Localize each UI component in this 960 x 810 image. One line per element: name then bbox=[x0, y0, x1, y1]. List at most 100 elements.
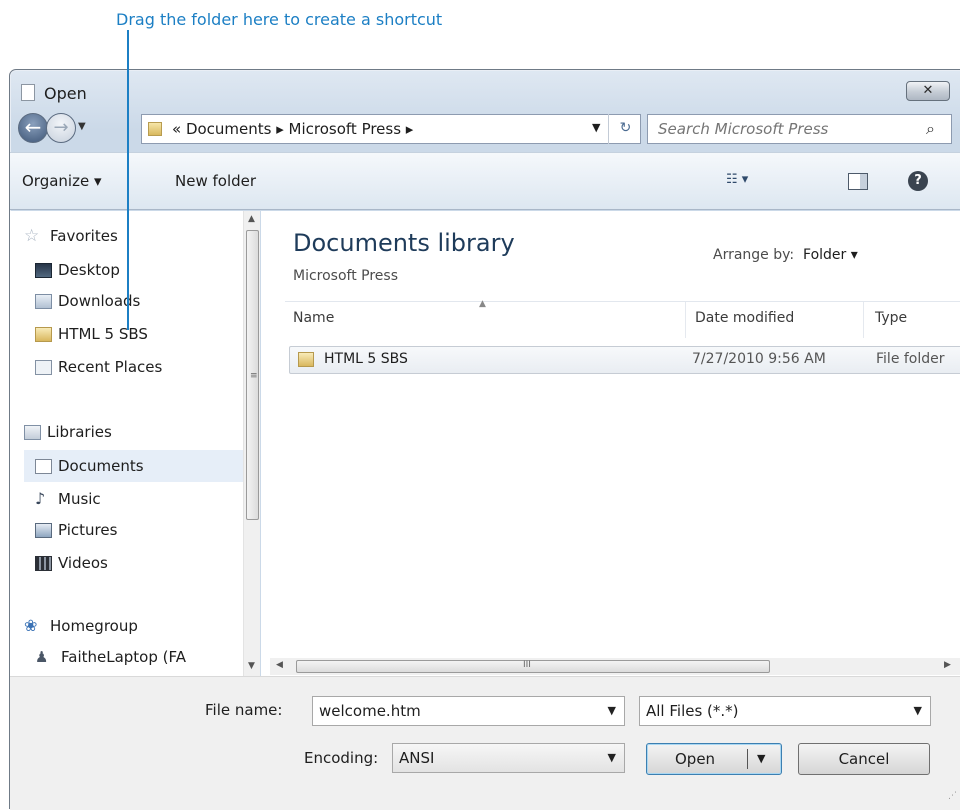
new-folder-button[interactable]: New folder bbox=[175, 172, 256, 190]
refresh-icon[interactable]: ↻ bbox=[608, 114, 642, 144]
preview-pane-icon[interactable] bbox=[848, 173, 868, 190]
scroll-up-icon[interactable]: ▲ bbox=[248, 214, 255, 224]
forward-button[interactable]: → bbox=[46, 113, 76, 143]
pictures-icon bbox=[35, 522, 52, 538]
nav-html5sbs[interactable]: HTML 5 SBS bbox=[35, 325, 148, 343]
chevron-down-icon[interactable]: ▼ bbox=[608, 697, 616, 725]
horizontal-scrollbar[interactable]: ◀ III ▶ bbox=[270, 658, 960, 675]
file-row[interactable]: HTML 5 SBS 7/27/2010 9:56 AM File folder bbox=[289, 346, 960, 374]
star-icon: ☆ bbox=[24, 226, 40, 246]
chevron-down-icon[interactable]: ▼ bbox=[608, 744, 616, 772]
organize-button[interactable]: Organize ▾ bbox=[22, 172, 102, 190]
window-title: Open bbox=[44, 84, 87, 103]
search-input[interactable] bbox=[658, 116, 908, 142]
file-name: HTML 5 SBS bbox=[324, 351, 408, 367]
folder-icon bbox=[298, 352, 314, 367]
nav-label: Videos bbox=[58, 554, 108, 572]
arrange-label: Arrange by: bbox=[713, 247, 795, 263]
nav-faithelaptop[interactable]: ♟ FaitheLaptop (FA bbox=[35, 648, 186, 666]
bottom-panel: File name: welcome.htm ▼ All Files (*.*)… bbox=[10, 676, 960, 810]
address-bar[interactable]: « Documents ▸ Microsoft Press ▸ ▼ ↻ bbox=[141, 114, 641, 144]
file-name-label: File name: bbox=[205, 701, 283, 719]
nav-libraries[interactable]: Libraries bbox=[24, 423, 112, 441]
chevron-down-icon[interactable]: ▼ bbox=[757, 744, 765, 774]
file-type-value[interactable]: All Files (*.*) bbox=[646, 702, 739, 720]
callout-line bbox=[127, 30, 129, 330]
user-icon: ♟ bbox=[35, 648, 49, 666]
nav-favorites[interactable]: ☆ Favorites bbox=[24, 226, 118, 246]
nav-pictures[interactable]: Pictures bbox=[35, 521, 117, 539]
arrange-by[interactable]: Arrange by: Folder ▾ bbox=[713, 247, 858, 263]
recent-places-icon bbox=[35, 359, 52, 375]
column-type[interactable]: Type bbox=[875, 310, 907, 326]
scroll-down-icon[interactable]: ▼ bbox=[248, 661, 255, 671]
open-button[interactable]: Open ▼ bbox=[646, 743, 782, 775]
column-date-modified[interactable]: Date modified bbox=[695, 310, 794, 326]
folder-icon bbox=[148, 122, 162, 136]
address-dropdown-icon[interactable]: ▼ bbox=[592, 121, 600, 134]
encoding-value[interactable]: ANSI bbox=[399, 749, 434, 767]
nav-label: FaitheLaptop (FA bbox=[61, 648, 187, 666]
arrange-value[interactable]: Folder ▾ bbox=[803, 247, 858, 263]
nav-desktop[interactable]: Desktop bbox=[35, 261, 120, 279]
homegroup-icon: ❀ bbox=[24, 616, 38, 635]
recent-pages-dropdown[interactable]: ▼ bbox=[78, 121, 86, 132]
column-header: ▲ Name Date modified Type bbox=[285, 299, 960, 338]
window-icon bbox=[21, 84, 35, 101]
nav-downloads[interactable]: Downloads bbox=[35, 292, 140, 310]
address-row: ← → ▼ « Documents ▸ Microsoft Press ▸ ▼ … bbox=[10, 110, 960, 150]
library-title: Documents library bbox=[293, 229, 515, 257]
nav-label: Documents bbox=[58, 457, 144, 475]
chevron-down-icon[interactable]: ▼ bbox=[914, 697, 922, 725]
folder-icon bbox=[35, 326, 52, 342]
scroll-thumb[interactable]: ≡ bbox=[246, 230, 259, 520]
column-name[interactable]: Name bbox=[293, 310, 334, 326]
scroll-right-icon[interactable]: ▶ bbox=[944, 660, 951, 670]
nav-label: Homegroup bbox=[50, 616, 138, 635]
close-button[interactable]: ✕ bbox=[906, 81, 950, 101]
scroll-left-icon[interactable]: ◀ bbox=[276, 660, 283, 670]
grip-icon: ≡ bbox=[250, 371, 258, 381]
title-bar: Open ✕ bbox=[10, 70, 960, 114]
command-bar: Organize ▾ New folder ☷ ▾ ? bbox=[10, 152, 960, 210]
navigation-scrollbar[interactable]: ▲ ≡ ▼ bbox=[243, 211, 260, 676]
address-path[interactable]: « Documents ▸ Microsoft Press ▸ bbox=[172, 120, 413, 138]
open-dialog: Open ✕ ← → ▼ « Documents ▸ Microsoft Pre… bbox=[9, 69, 960, 810]
cancel-button[interactable]: Cancel bbox=[798, 743, 930, 775]
downloads-icon bbox=[35, 293, 52, 309]
help-icon[interactable]: ? bbox=[908, 171, 928, 191]
nav-documents[interactable]: Documents bbox=[24, 450, 243, 482]
search-icon[interactable]: ⌕ bbox=[926, 119, 935, 139]
nav-label: HTML 5 SBS bbox=[58, 325, 148, 343]
nav-music[interactable]: ♪ Music bbox=[35, 489, 101, 508]
navigation-pane: ☆ Favorites Desktop Downloads HTML 5 SBS … bbox=[10, 211, 260, 676]
nav-label: Libraries bbox=[47, 423, 112, 441]
views-button[interactable]: ☷ ▾ bbox=[726, 172, 748, 187]
column-divider[interactable] bbox=[685, 302, 686, 338]
nav-label: Music bbox=[58, 489, 101, 508]
encoding-select[interactable]: ANSI ▼ bbox=[392, 743, 625, 773]
library-subtitle: Microsoft Press bbox=[293, 268, 399, 284]
nav-recent-places[interactable]: Recent Places bbox=[35, 358, 162, 376]
open-label: Open bbox=[675, 750, 716, 768]
file-name-field[interactable]: welcome.htm ▼ bbox=[312, 696, 625, 726]
desktop-icon bbox=[35, 262, 52, 278]
file-list-pane: Documents library Microsoft Press Arrang… bbox=[261, 211, 960, 676]
file-type-select[interactable]: All Files (*.*) ▼ bbox=[639, 696, 931, 726]
encoding-label: Encoding: bbox=[304, 749, 379, 767]
nav-label: Recent Places bbox=[58, 358, 163, 376]
callout-text: Drag the folder here to create a shortcu… bbox=[116, 10, 443, 29]
resize-grip-icon[interactable]: ⋰ bbox=[948, 791, 957, 801]
scroll-thumb[interactable]: III bbox=[296, 660, 770, 673]
videos-icon bbox=[35, 555, 52, 571]
file-date: 7/27/2010 9:56 AM bbox=[692, 351, 826, 367]
sort-ascending-icon: ▲ bbox=[479, 299, 486, 309]
nav-homegroup[interactable]: ❀ Homegroup bbox=[24, 616, 138, 635]
column-divider[interactable] bbox=[863, 302, 864, 338]
search-box[interactable]: ⌕ bbox=[647, 114, 952, 144]
back-button[interactable]: ← bbox=[18, 113, 48, 143]
documents-icon bbox=[35, 458, 52, 474]
nav-videos[interactable]: Videos bbox=[35, 554, 108, 572]
music-icon: ♪ bbox=[35, 489, 46, 508]
file-name-value[interactable]: welcome.htm bbox=[319, 702, 421, 720]
